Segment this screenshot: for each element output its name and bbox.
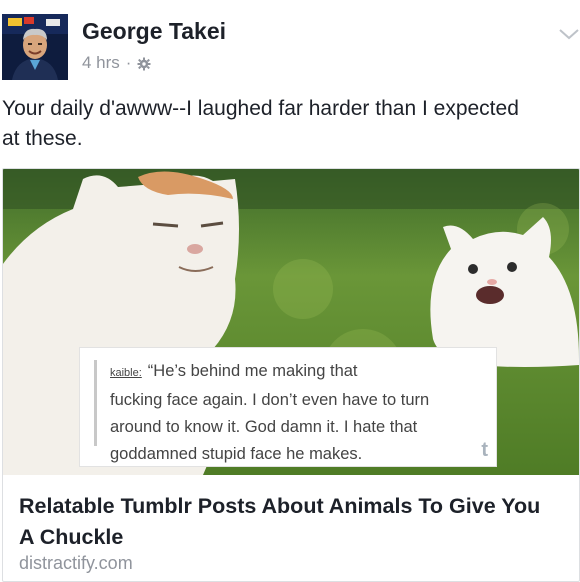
avatar[interactable]: [2, 14, 68, 80]
tumblr-quote: kaible: “He’s behind me making that fucki…: [110, 358, 490, 468]
post-text: Your daily d'awww--I laughed far harder …: [2, 94, 580, 154]
chevron-down-icon[interactable]: [558, 27, 580, 41]
gear-icon[interactable]: [137, 56, 151, 71]
quote-bar: [94, 360, 97, 446]
tumblr-logo-icon: t: [481, 439, 488, 461]
tumblr-username: kaible:: [110, 367, 142, 379]
tumblr-quote-box: kaible: “He’s behind me making that fucki…: [79, 347, 497, 467]
post-text-line-1: Your daily d'awww--I laughed far harder …: [2, 97, 519, 120]
link-title-line-2: A Chuckle: [19, 525, 124, 549]
link-domain[interactable]: distractify.com: [19, 553, 133, 574]
quote-line-3: around to know it. God damn it. I hate t…: [110, 418, 418, 436]
avatar-image: [2, 14, 68, 80]
quote-line-4: goddamned stupid face he makes.: [110, 445, 363, 463]
link-title[interactable]: Relatable Tumblr Posts About Animals To …: [19, 491, 571, 553]
post-header: George Takei 4 hrs ·: [0, 0, 580, 86]
quote-line-2: fucking face again. I don’t even have to…: [110, 391, 430, 409]
post-timestamp[interactable]: 4 hrs: [82, 53, 120, 73]
post-text-line-2: at these.: [2, 127, 83, 150]
author-name[interactable]: George Takei: [82, 18, 226, 45]
quote-line-1: “He’s behind me making that: [147, 362, 358, 380]
meta-separator: ·: [125, 53, 132, 72]
post-meta: 4 hrs ·: [82, 53, 151, 73]
link-title-line-1: Relatable Tumblr Posts About Animals To …: [19, 494, 541, 518]
link-card[interactable]: kaible: “He’s behind me making that fucki…: [2, 168, 580, 582]
